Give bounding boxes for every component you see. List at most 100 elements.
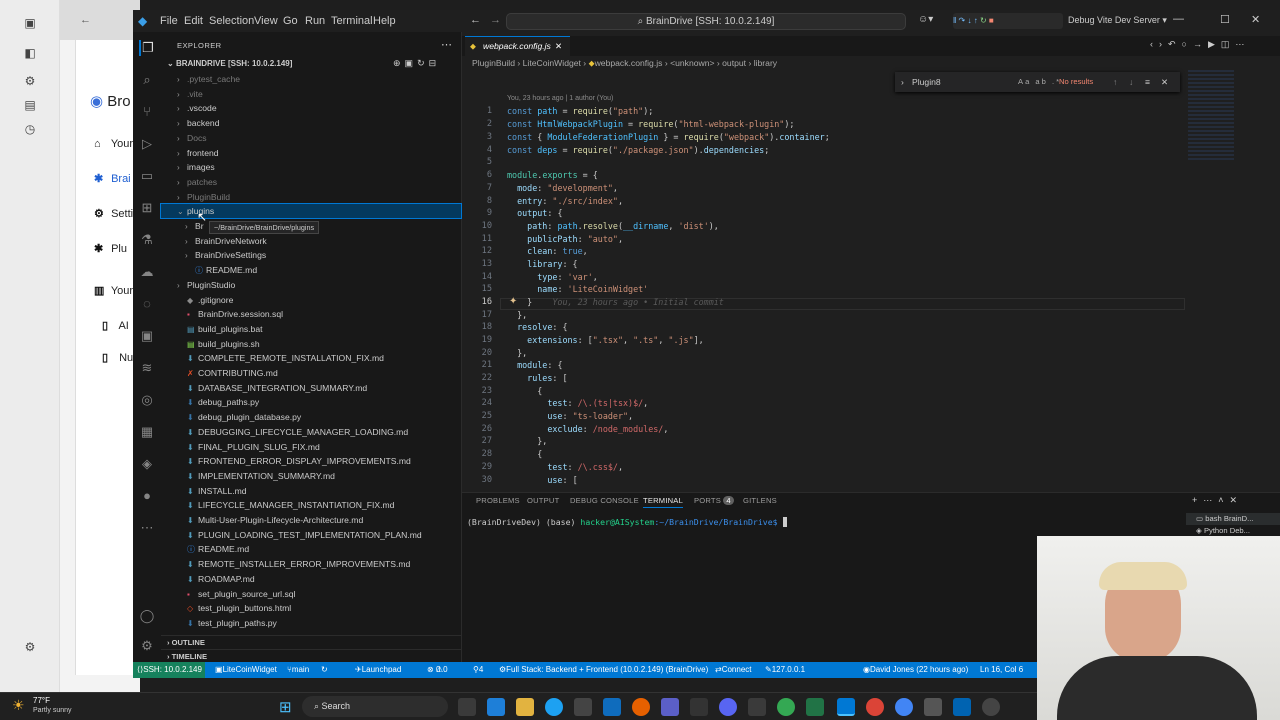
- firefox-icon[interactable]: [632, 698, 650, 716]
- excel-icon[interactable]: [806, 698, 824, 716]
- package-icon[interactable]: ▦: [139, 424, 155, 440]
- more-icon[interactable]: ⋯: [139, 520, 155, 536]
- next-match-icon[interactable]: ↓: [1129, 72, 1133, 92]
- remote-indicator[interactable]: ⟨⟩ SSH: 10.0.2.149: [133, 662, 205, 678]
- copilot-icon[interactable]: ☺▾: [918, 14, 933, 25]
- tree-item[interactable]: ⬇ COMPLETE_REMOTE_INSTALLATION_FIX.md: [161, 351, 461, 365]
- tree-item[interactable]: ⬇ DEBUGGING_LIFECYCLE_MANAGER_LOADING.md: [161, 425, 461, 439]
- forward-icon[interactable]: →: [1193, 39, 1208, 49]
- tab-problems[interactable]: PROBLEMS: [476, 496, 520, 505]
- tree-item[interactable]: ⬇ Multi-User-Plugin-Lifecycle-Architectur…: [161, 513, 461, 527]
- explorer-more-icon[interactable]: ⋯: [441, 38, 452, 51]
- tree-item[interactable]: › PluginStudio: [161, 278, 461, 292]
- layers-icon[interactable]: ≋: [139, 360, 155, 376]
- snipping-icon[interactable]: [924, 698, 942, 716]
- browser-item-5[interactable]: ▯ AI: [102, 319, 129, 332]
- timeline-section[interactable]: › TIMELINE: [161, 649, 461, 663]
- testing-icon[interactable]: ⚗: [139, 232, 155, 248]
- step-into-icon[interactable]: ↓: [967, 16, 971, 25]
- settings-app-icon[interactable]: [982, 698, 1000, 716]
- status-run-config[interactable]: ⚙ Full Stack: Backend + Frontend (10.0.2…: [499, 662, 708, 678]
- crumb-5[interactable]: library: [754, 58, 777, 68]
- chrome-blue-icon[interactable]: [545, 698, 563, 716]
- tree-item[interactable]: ⬇ test_plugin_paths.py: [161, 616, 461, 630]
- run-debug-icon[interactable]: ▷: [139, 136, 155, 152]
- docker-icon[interactable]: ☁: [139, 264, 155, 280]
- status-branch[interactable]: ⑂ main: [287, 662, 309, 678]
- status-launchpad[interactable]: ✈ Launchpad: [355, 662, 401, 678]
- tree-item[interactable]: ⬇ LIFECYCLE_MANAGER_INSTANTIATION_FIX.md: [161, 498, 461, 512]
- teams-icon[interactable]: [661, 698, 679, 716]
- tree-item[interactable]: › patches: [161, 175, 461, 189]
- panel-more-icon[interactable]: ⋯: [1203, 495, 1218, 505]
- clock-icon[interactable]: ◷: [22, 122, 38, 136]
- vscode-taskbar-icon[interactable]: [837, 698, 855, 716]
- tree-item[interactable]: › frontend: [161, 146, 461, 160]
- crumb-2[interactable]: webpack.config.js: [595, 58, 663, 68]
- tree-item[interactable]: ▪ set_plugin_source_url.sql: [161, 587, 461, 601]
- file-explorer-icon[interactable]: [516, 698, 534, 716]
- blame-codelens[interactable]: You, 23 hours ago | 1 author (You): [507, 95, 613, 102]
- browser-item-3[interactable]: ✱ Plu: [94, 242, 127, 255]
- task-view-icon[interactable]: [458, 698, 476, 716]
- menu-edit[interactable]: Edit: [184, 15, 203, 27]
- manage-gear-icon[interactable]: ⚙: [139, 638, 155, 654]
- menu-selection[interactable]: Selection: [209, 15, 254, 27]
- settings-icon[interactable]: ⚙: [22, 640, 38, 654]
- chatgpt-icon[interactable]: [748, 698, 766, 716]
- compare-icon[interactable]: ‹›: [1150, 39, 1168, 49]
- status-connect[interactable]: ⇄ Connect: [715, 662, 752, 678]
- back-icon[interactable]: ←: [80, 14, 91, 26]
- split-icon[interactable]: ◫: [1221, 39, 1236, 49]
- taskbar-search[interactable]: ⌕ Search: [302, 696, 448, 717]
- tree-item[interactable]: ▤ build_plugins.sh: [161, 337, 461, 351]
- discord-icon[interactable]: [719, 698, 737, 716]
- menu-go[interactable]: Go: [283, 15, 298, 27]
- tree-item[interactable]: ✗ CONTRIBUTING.md: [161, 366, 461, 380]
- chrome-profile-icon[interactable]: [866, 698, 884, 716]
- go-back-icon[interactable]: ↶: [1168, 39, 1182, 49]
- tree-item[interactable]: ⬇ debug_plugin_database.py: [161, 410, 461, 424]
- refresh-icon[interactable]: ↻: [417, 58, 429, 68]
- workspace-root[interactable]: ⌄ BRAINDRIVE [SSH: 10.0.2.149]: [167, 59, 292, 68]
- history-icon[interactable]: ▤: [22, 98, 38, 112]
- minimap[interactable]: [1188, 70, 1234, 160]
- gitlens-icon[interactable]: ◈: [139, 456, 155, 472]
- browser-item-2[interactable]: ⚙ Setti: [94, 207, 133, 220]
- tree-item[interactable]: ▪ BrainDrive.session.sql: [161, 307, 461, 321]
- tab-terminal[interactable]: TERMINAL: [643, 496, 683, 508]
- close-icon[interactable]: ✕: [1251, 13, 1260, 26]
- close-panel-icon[interactable]: ✕: [1230, 495, 1244, 505]
- tab-output[interactable]: OUTPUT: [527, 496, 559, 505]
- browser-item-1[interactable]: ✱ Brai: [94, 172, 131, 185]
- tree-item[interactable]: ◇ test_plugin_buttons.html: [161, 601, 461, 615]
- crumb-0[interactable]: PluginBuild: [472, 58, 515, 68]
- pylance-icon[interactable]: ◌: [139, 296, 155, 312]
- tree-item[interactable]: › BrainDriveSettings: [161, 248, 461, 262]
- nav-forward-arrow-icon[interactable]: →: [490, 14, 501, 26]
- tab-webpack-config[interactable]: ⬥ webpack.config.js ✕: [465, 36, 570, 56]
- step-over-icon[interactable]: ↷: [959, 16, 966, 25]
- tree-item[interactable]: ⬇ DATABASE_INTEGRATION_SUMMARY.md: [161, 381, 461, 395]
- tree-item[interactable]: › .vite: [161, 87, 461, 101]
- maximize-icon[interactable]: ☐: [1220, 13, 1230, 26]
- menu-file[interactable]: File: [160, 15, 178, 27]
- new-folder-icon[interactable]: ▣: [405, 58, 418, 68]
- browser-item-4[interactable]: ▥ Your: [94, 284, 133, 297]
- new-file-icon[interactable]: ⊕: [393, 58, 405, 68]
- crumb-3[interactable]: <unknown>: [670, 58, 714, 68]
- status-cursor[interactable]: Ln 16, Col 6: [980, 662, 1023, 678]
- sidebar-toggle-icon[interactable]: ◧: [22, 46, 38, 60]
- database-icon[interactable]: ▣: [139, 328, 155, 344]
- find-options-icon[interactable]: Aa ab .*: [1018, 72, 1061, 92]
- tab-close-icon[interactable]: ✕: [555, 37, 562, 55]
- extensions-icon[interactable]: ⚙: [22, 74, 38, 88]
- menu-help[interactable]: Help: [373, 15, 396, 27]
- previous-match-icon[interactable]: ↑: [1113, 72, 1117, 92]
- maximize-panel-icon[interactable]: ˄: [1218, 495, 1229, 505]
- menu-view[interactable]: View: [254, 15, 278, 27]
- outlook-icon[interactable]: [603, 698, 621, 716]
- command-center[interactable]: ⌕ BrainDrive [SSH: 10.0.2.149]: [506, 13, 906, 30]
- github-icon[interactable]: ●: [139, 488, 155, 504]
- terminal-prompt[interactable]: (BrainDriveDev) (base) hacker@AISystem:~…: [467, 517, 788, 527]
